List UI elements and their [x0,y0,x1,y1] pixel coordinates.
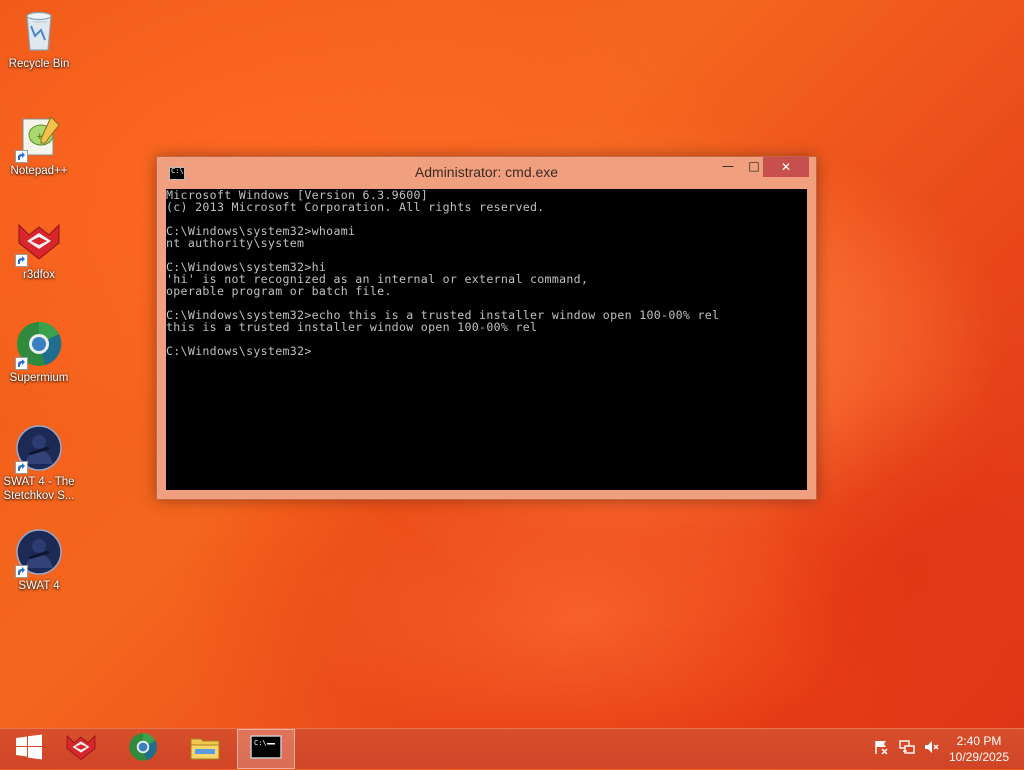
supermium-icon [128,732,158,766]
desktop-icon-notepad-plus-plus[interactable]: ++ Notepad++ [1,113,77,178]
shortcut-arrow-icon [15,565,28,578]
title-bar[interactable]: C:\ Administrator: cmd.exe — □ ✕ [157,157,816,189]
tray-action-center[interactable] [870,729,892,769]
svg-text:C:\: C:\ [254,739,267,747]
shortcut-arrow-icon [15,357,28,370]
action-center-flag-icon [873,739,889,759]
minimize-button[interactable]: — [715,159,741,179]
console-text: Microsoft Windows [Version 6.3.9600] (c)… [166,189,807,357]
swat4-game-icon [15,424,63,474]
supermium-icon [15,320,63,370]
taskbar-item-cmd[interactable]: C:\ [237,729,295,769]
console-line: nt authority\system [166,236,305,250]
desktop-icon-label: Recycle Bin [8,58,70,70]
console-line: operable program or batch file. [166,284,392,298]
desktop-icon-label: SWAT 4 - The Stetchkov S... [3,476,75,502]
console-prompt[interactable]: C:\Windows\system32> [166,344,312,358]
recycle-bin-icon [15,6,63,54]
tray-volume[interactable] [920,729,942,769]
desktop-icon-label: Notepad++ [10,165,68,177]
volume-muted-icon [923,739,939,759]
swat4-game-icon [15,528,63,578]
r3dfox-icon [64,733,98,765]
taskbar-item-file-explorer[interactable] [176,729,234,769]
desktop-icon-r3dfox[interactable]: r3dfox [1,217,77,282]
desktop-icon-swat4[interactable]: SWAT 4 [1,528,77,593]
console-line: (c) 2013 Microsoft Corporation. All righ… [166,200,545,214]
close-button[interactable]: ✕ [763,157,809,177]
desktop-icon-label: r3dfox [23,269,55,281]
file-explorer-icon [189,733,221,765]
desktop-icon-label: SWAT 4 [18,580,60,592]
desktop-icon-supermium[interactable]: Supermium [1,320,77,385]
shortcut-arrow-icon [15,254,28,267]
shortcut-arrow-icon [15,150,28,163]
r3dfox-icon [15,217,63,267]
desktop-icon-label: Supermium [9,372,69,384]
taskbar-item-supermium[interactable] [114,729,172,769]
taskbar: C:\ 2:40 PM 10/29/2025 [0,728,1024,769]
tray-network[interactable] [896,729,918,769]
clock-date: 10/29/2025 [948,750,1010,764]
network-icon [899,739,915,759]
cmd-icon: C:\ [250,735,282,763]
notepad-plus-plus-icon: ++ [15,113,63,163]
taskbar-item-r3dfox[interactable] [52,729,110,769]
desktop-icon-swat4-stetchkov[interactable]: SWAT 4 - The Stetchkov S... [1,424,77,503]
windows-start-icon [15,734,43,764]
console-output[interactable]: Microsoft Windows [Version 6.3.9600] (c)… [166,189,807,490]
cmd-window[interactable]: C:\ Administrator: cmd.exe — □ ✕ Microso… [156,156,817,500]
start-button[interactable] [0,729,58,769]
shortcut-arrow-icon [15,461,28,474]
desktop-icon-recycle-bin[interactable]: Recycle Bin [1,6,77,71]
clock-time: 2:40 PM [956,734,1002,748]
wallpaper-swirl [280,470,880,770]
console-line: this is a trusted installer window open … [166,320,538,334]
system-clock[interactable]: 2:40 PM 10/29/2025 [944,733,1014,765]
